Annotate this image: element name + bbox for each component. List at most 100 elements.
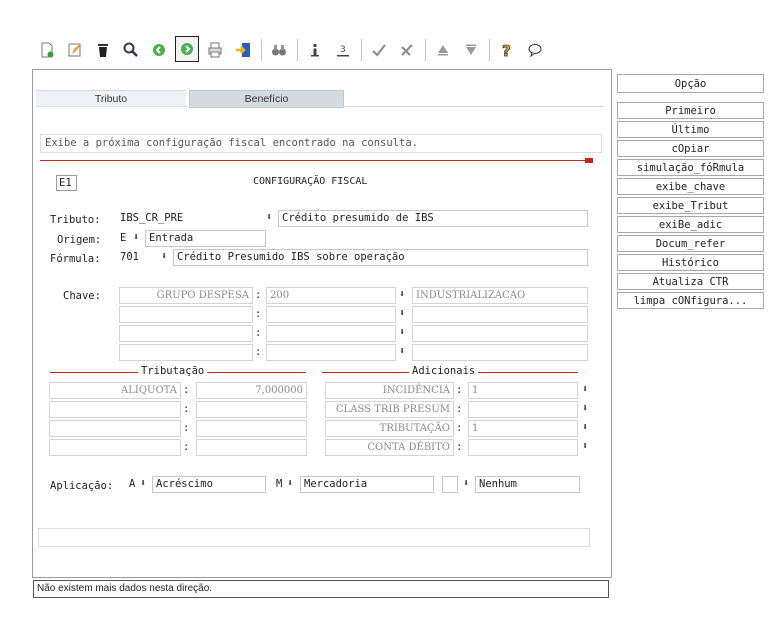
sidebar-button-copiar[interactable]: cOpiar (617, 140, 764, 157)
chave-name-cell: GRUPO DESPESA (119, 287, 253, 304)
binoculars-icon[interactable] (267, 38, 291, 62)
message-box: Exibe a próxima configuração fiscal enco… (40, 134, 602, 153)
tributacao-name-cell (49, 401, 181, 418)
print-icon[interactable] (203, 38, 227, 62)
chave-dropdown-icon[interactable]: ⬇ (399, 346, 405, 357)
adicionais-colon: : (456, 384, 463, 396)
tributacao-colon: : (183, 441, 190, 453)
chave-value-cell[interactable] (266, 344, 396, 361)
chave-label: Chave: (63, 290, 101, 302)
tributacao-title: Tributação (138, 365, 208, 377)
adicionais-dropdown-icon[interactable]: ⬇ (582, 441, 588, 452)
list-icon[interactable]: 3 (331, 38, 355, 62)
adicionais-dropdown-icon[interactable]: ⬇ (582, 384, 588, 395)
confirm-icon[interactable] (367, 38, 391, 62)
origem-code-field[interactable]: E (116, 230, 132, 247)
adicionais-dropdown-icon[interactable]: ⬇ (582, 403, 588, 414)
red-divider-end (585, 158, 593, 163)
chave-dropdown-icon[interactable]: ⬇ (399, 327, 405, 338)
adicionais-dropdown-icon[interactable]: ⬇ (582, 422, 588, 433)
aplicacao-code-field[interactable]: A (125, 476, 139, 493)
sidebar-button-primeiro[interactable]: Primeiro (617, 102, 764, 119)
sidebar-button-docum-refer[interactable]: Docum_refer (617, 235, 764, 252)
header-code: E1 (59, 177, 72, 189)
formula-dropdown-icon[interactable]: ⬇ (161, 251, 167, 262)
sidebar-button-limpa-configura[interactable]: limpa cONfigura... (617, 292, 764, 309)
extra-code-field[interactable] (442, 476, 458, 493)
tributo-dropdown-icon[interactable]: ⬇ (266, 212, 272, 223)
aplicacao-dropdown-icon[interactable]: ⬇ (140, 478, 146, 489)
tributo-code-field[interactable]: IBS_CR_PRE (116, 210, 264, 227)
tipo-code-field[interactable]: M (272, 476, 286, 493)
info-icon[interactable] (303, 38, 327, 62)
exit-icon[interactable] (231, 38, 255, 62)
chave-colon: : (255, 308, 262, 320)
tributacao-value-cell[interactable] (196, 439, 307, 456)
chave-value-cell[interactable] (266, 306, 396, 323)
search-icon[interactable] (119, 38, 143, 62)
chave-desc-cell (412, 344, 588, 361)
tributacao-colon: : (183, 403, 190, 415)
arrow-up-icon[interactable] (431, 38, 455, 62)
next-icon[interactable] (175, 36, 199, 62)
adicionais-value-cell[interactable]: 1 (468, 420, 578, 437)
svg-text:3: 3 (340, 45, 346, 55)
chave-name-cell (119, 306, 253, 323)
sidebar-button-exibe-adic[interactable]: exiBe_adic (617, 216, 764, 233)
chave-desc-cell (412, 325, 588, 342)
page-title: CONFIGURAÇÃO FISCAL (253, 176, 368, 187)
arrow-down-icon[interactable] (459, 38, 483, 62)
extra-desc-field: Nenhum (475, 476, 580, 493)
chave-value-cell[interactable] (266, 325, 396, 342)
sidebar-button-exibe-tribut[interactable]: exibe_Tribut (617, 197, 764, 214)
svg-text:?: ? (502, 42, 511, 59)
chave-colon: : (255, 289, 262, 301)
adicionais-colon: : (456, 422, 463, 434)
tributacao-value-cell[interactable] (196, 420, 307, 437)
origem-dropdown-icon[interactable]: ⬇ (133, 232, 139, 243)
chave-name-cell (119, 325, 253, 342)
tributo-label: Tributo: (50, 214, 101, 226)
message-text: Exibe a próxima configuração fiscal enco… (45, 137, 418, 149)
chave-value-cell[interactable]: 200 (266, 287, 396, 304)
tributacao-name-cell (49, 420, 181, 437)
chave-dropdown-icon[interactable]: ⬇ (399, 308, 405, 319)
sidebar-button-simulacao-formula[interactable]: simulação_fóRmula (617, 159, 764, 176)
formula-code-field[interactable]: 701 (116, 249, 158, 266)
chave-colon: : (255, 327, 262, 339)
origem-desc-field: Entrada (145, 230, 266, 247)
sidebar-button-ultimo[interactable]: Último (617, 121, 764, 138)
option-header: Opção (617, 74, 764, 93)
adicionais-value-cell[interactable] (468, 401, 578, 418)
status-bar: Não existem mais dados nesta direção. (33, 580, 609, 598)
edit-icon[interactable] (63, 38, 87, 62)
previous-icon[interactable] (147, 38, 171, 62)
toolbar: 3 ? (35, 36, 610, 72)
origem-label: Origem: (57, 234, 102, 246)
adicionais-value-cell[interactable]: 1 (468, 382, 578, 399)
adicionais-name-cell: CONTA DÉBITO (325, 439, 454, 456)
chave-desc-cell (412, 306, 588, 323)
help-icon[interactable]: ? (495, 38, 519, 62)
chave-colon: : (255, 346, 262, 358)
tipo-dropdown-icon[interactable]: ⬇ (287, 478, 293, 489)
chat-icon[interactable] (523, 38, 547, 62)
new-document-icon[interactable] (35, 38, 59, 62)
aplicacao-desc-field: Acréscimo (152, 476, 266, 493)
tab-tributo[interactable]: Tributo (36, 90, 186, 107)
adicionais-colon: : (456, 403, 463, 415)
adicionais-title: Adicionais (409, 365, 479, 377)
sidebar-button-exibe-chave[interactable]: exibe_chave (617, 178, 764, 195)
aplicacao-label: Aplicação: (50, 480, 114, 492)
delete-icon[interactable] (91, 38, 115, 62)
tipo-desc-field: Mercadoria (300, 476, 434, 493)
sidebar-button-atualiza-ctr[interactable]: Atualiza CTR (617, 273, 764, 290)
sidebar-button-historico[interactable]: Histórico (617, 254, 764, 271)
chave-desc-cell: INDUSTRIALIZACAO (412, 287, 588, 304)
tributacao-value-cell[interactable]: 7,000000 (196, 382, 307, 399)
cancel-icon[interactable] (395, 38, 419, 62)
chave-dropdown-icon[interactable]: ⬇ (399, 289, 405, 300)
adicionais-value-cell[interactable] (468, 439, 578, 456)
extra-dropdown-icon[interactable]: ⬇ (463, 478, 469, 489)
tributacao-value-cell[interactable] (196, 401, 307, 418)
